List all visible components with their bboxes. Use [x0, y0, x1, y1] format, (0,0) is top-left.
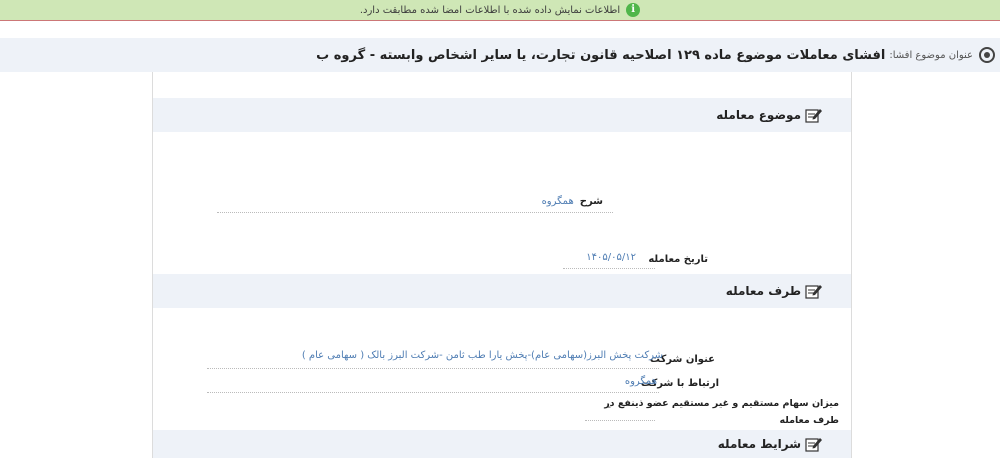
section-party-header: طرف معامله — [153, 274, 851, 308]
subject-label: عنوان موضوع افشا: — [889, 49, 973, 61]
section-conditions-title: شرایط معامله — [717, 437, 801, 451]
relation-underline — [207, 392, 659, 393]
shares-field: میزان سهام مستقیم و غیر مستقیم عضو ذینفع… — [604, 398, 839, 426]
company-value: شرکت پخش البرز(سهامی عام)-پخش یارا طب ثا… — [301, 350, 663, 361]
section-subject-header: موضوع معامله — [153, 98, 851, 132]
date-label: تاریخ معامله — [648, 254, 708, 265]
date-value: ۱۴۰۵/۰۵/۱۲ — [586, 252, 636, 263]
shares-underline — [585, 420, 655, 421]
date-value-wrap: ۱۴۰۵/۰۵/۱۲ — [586, 252, 636, 263]
disclosure-header: عنوان موضوع افشا: افشای معاملات موضوع ما… — [0, 38, 1000, 72]
company-value-wrap: شرکت پخش البرز(سهامی عام)-پخش یارا طب ثا… — [302, 350, 663, 361]
shares-label-line1: میزان سهام مستقیم و غیر مستقیم عضو ذینفع… — [604, 398, 839, 409]
shares-label-line2: طرف معامله — [779, 415, 839, 426]
section-party-title: طرف معامله — [725, 284, 801, 298]
date-underline — [563, 268, 655, 269]
target-icon — [979, 47, 995, 63]
description-label: شرح — [579, 196, 603, 207]
verification-notice: i اطلاعات نمایش داده شده با اطلاعات امضا… — [0, 0, 1000, 21]
company-underline — [207, 368, 659, 369]
description-field: شرح همگروه — [542, 196, 603, 207]
section-conditions-header: شرایط معامله — [153, 430, 851, 458]
edit-icon — [805, 283, 823, 299]
relation-value-wrap: همگروه — [625, 376, 657, 387]
shares-value: - — [607, 402, 611, 413]
content-panel: موضوع معامله شرح همگروه تاریخ معامله ۱۴۰… — [152, 72, 852, 458]
edit-icon — [805, 436, 823, 452]
page-title: افشای معاملات موضوع ماده ۱۲۹ اصلاحیه قان… — [316, 47, 886, 63]
info-icon: i — [626, 3, 641, 17]
shares-value-wrap: - — [607, 402, 611, 413]
date-field: تاریخ معامله — [648, 254, 708, 265]
edit-icon — [805, 107, 823, 123]
description-value: همگروه — [541, 196, 574, 207]
relation-value: همگروه — [624, 376, 657, 387]
notice-text: اطلاعات نمایش داده شده با اطلاعات امضا ش… — [359, 4, 621, 16]
description-underline — [217, 212, 613, 213]
section-subject-title: موضوع معامله — [716, 108, 801, 122]
